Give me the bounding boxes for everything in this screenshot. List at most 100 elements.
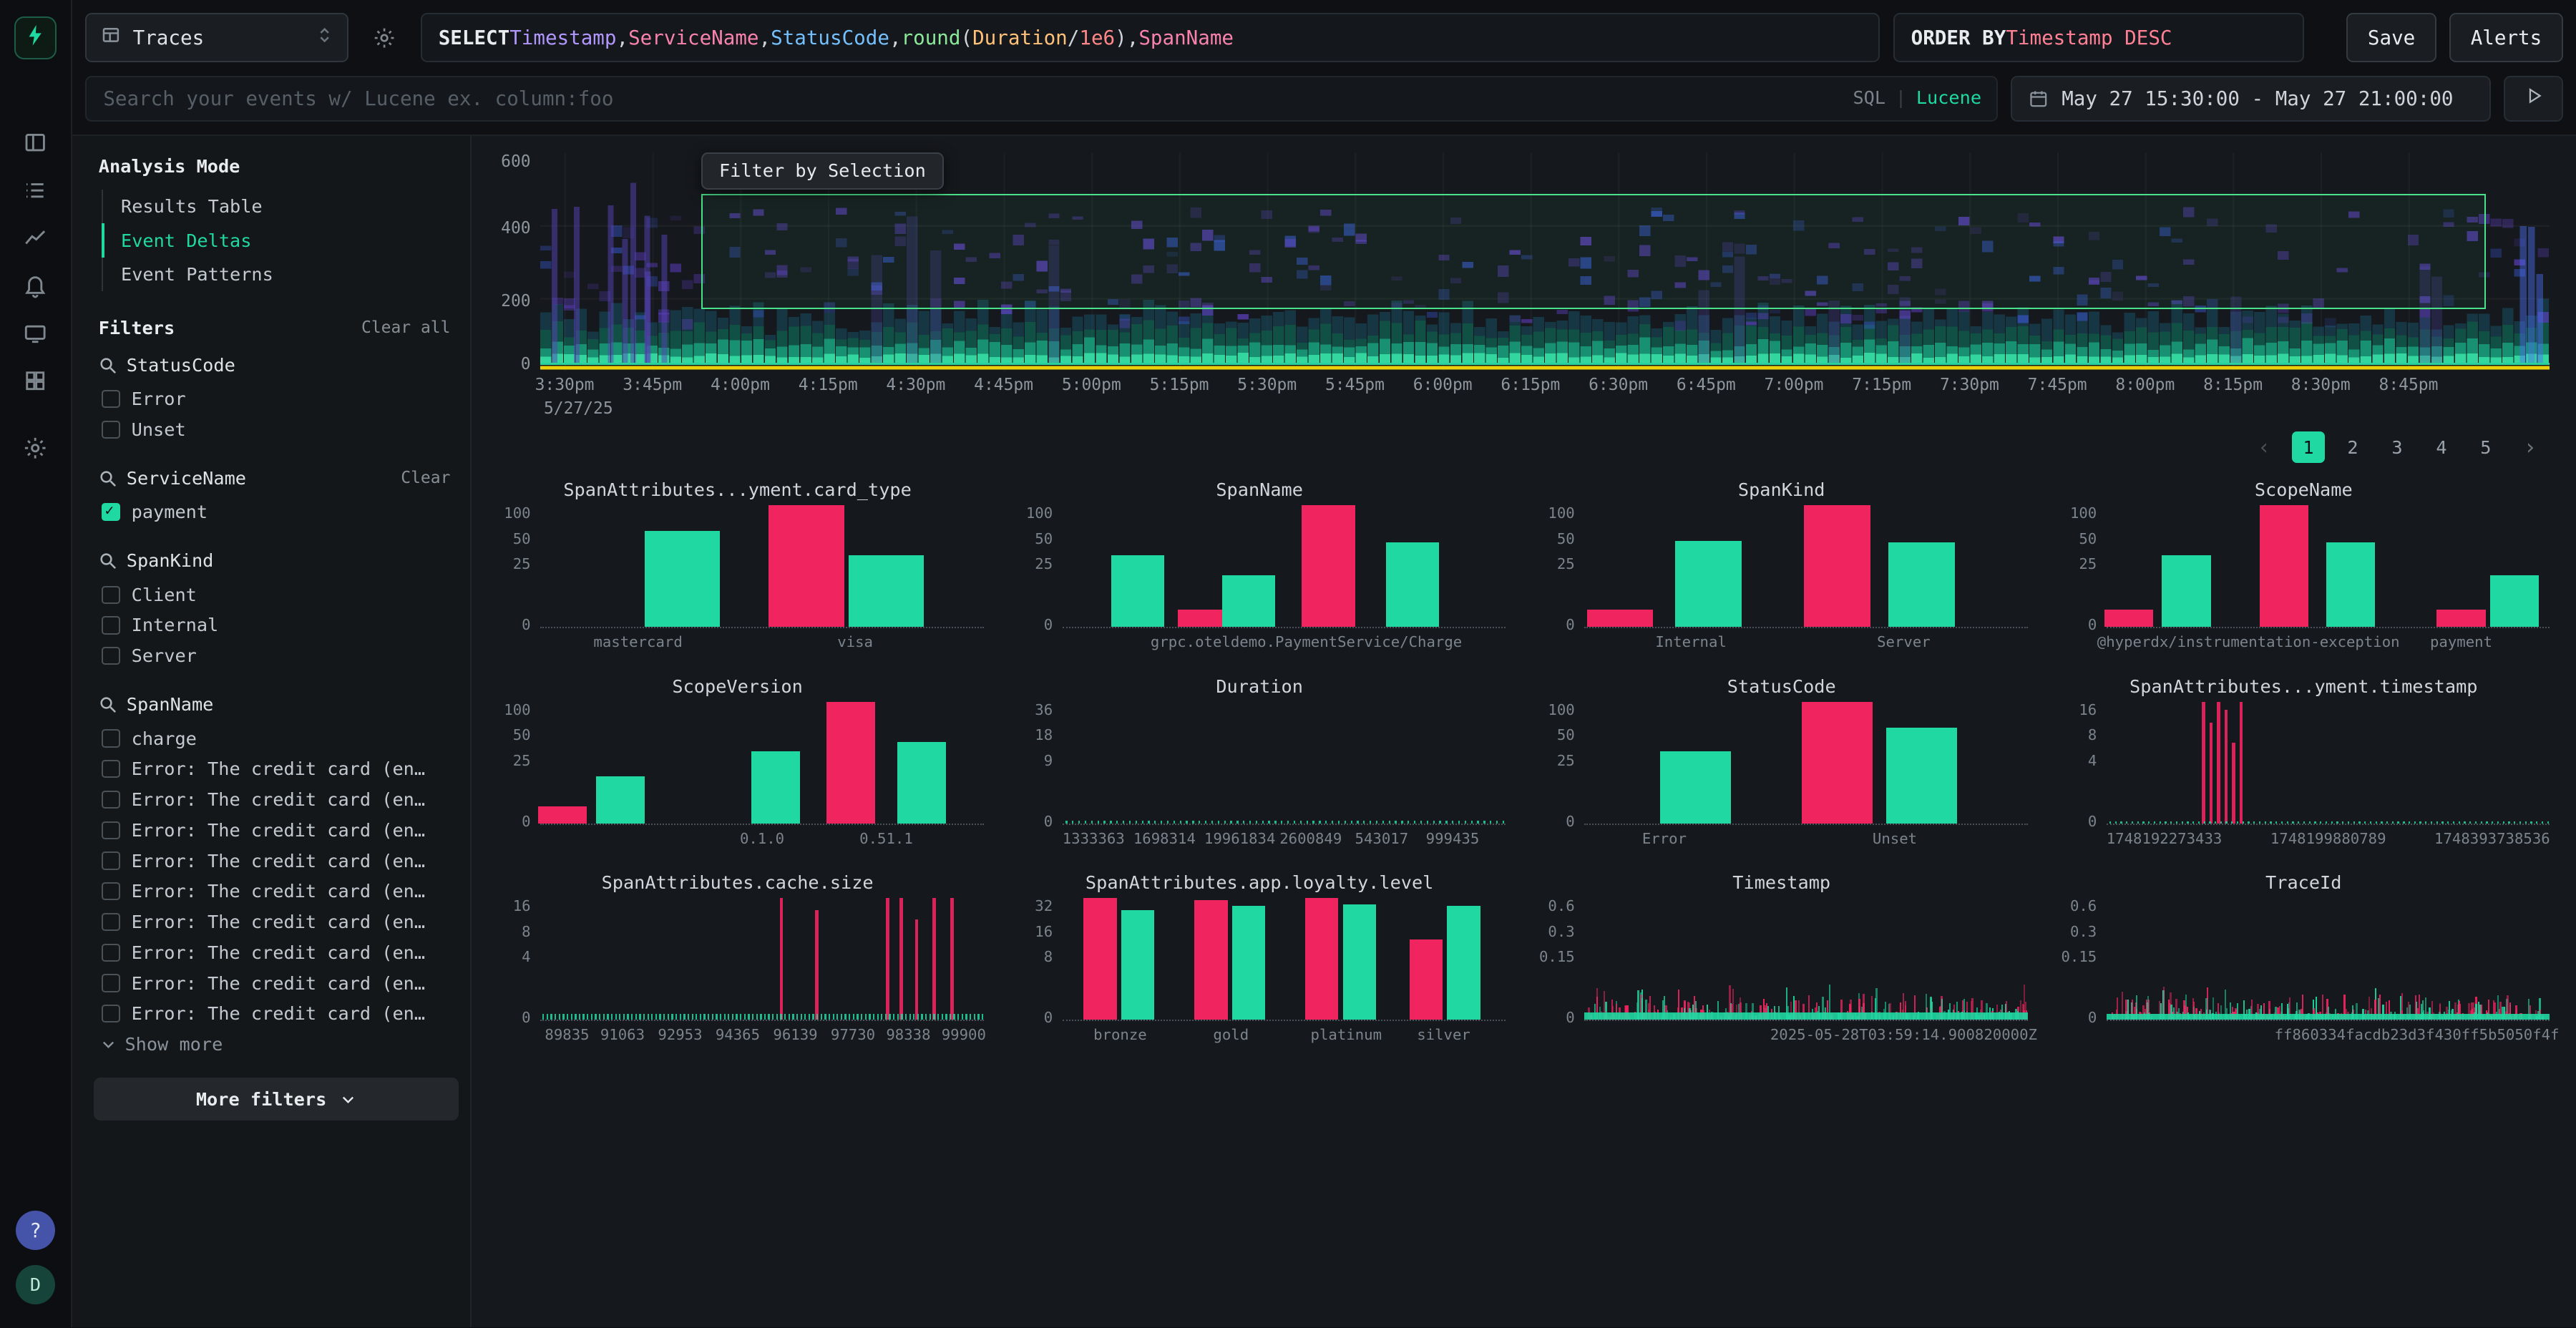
app-logo[interactable] [14, 16, 57, 59]
checkbox[interactable] [102, 791, 119, 809]
filter-option-payment[interactable]: payment [99, 497, 454, 527]
filter-option-error[interactable]: Error [99, 384, 454, 414]
checkbox[interactable] [102, 421, 119, 439]
filter-group-name[interactable]: ServiceName [127, 468, 391, 489]
mini-chart-scopeversion[interactable]: ScopeVersion025501000.1.00.51.1 [491, 676, 983, 845]
show-more-button[interactable]: Show more [99, 1029, 454, 1055]
histogram-plot[interactable]: Filter by Selection [540, 152, 2550, 371]
monitor-icon[interactable] [12, 312, 58, 355]
mini-chart-statuscode[interactable]: StatusCode02550100ErrorUnset [1536, 676, 2028, 845]
run-query-button[interactable] [2504, 76, 2563, 122]
search-icon[interactable] [99, 469, 117, 487]
chart-plot[interactable] [1584, 703, 2027, 825]
panels-icon[interactable] [12, 122, 58, 165]
filter-option-error-the-credit-card-end[interactable]: Error: The credit card (end… [99, 998, 454, 1029]
filter-option-error-the-credit-card-end[interactable]: Error: The credit card (end… [99, 968, 454, 999]
checkbox[interactable] [102, 913, 119, 931]
mini-chart-spanattributes-yment-timestamp[interactable]: SpanAttributes...yment.timestamp04816174… [2057, 676, 2550, 845]
checkbox[interactable] [102, 944, 119, 962]
pagination-next[interactable]: › [2514, 431, 2547, 463]
chart-plot[interactable] [1584, 507, 2027, 628]
user-avatar[interactable]: D [16, 1265, 55, 1304]
services-grid-icon[interactable] [12, 360, 58, 403]
clear-all-filters-button[interactable]: Clear all [361, 318, 454, 337]
checkbox[interactable] [102, 729, 119, 747]
mini-chart-spanattributes-app-loyalty-level[interactable]: SpanAttributes.app.loyalty.level081632br… [1013, 872, 1506, 1041]
source-select[interactable]: Traces [85, 13, 348, 62]
checkbox[interactable] [102, 851, 119, 869]
filter-group-name[interactable]: StatusCode [127, 355, 454, 376]
checkbox[interactable] [102, 390, 119, 408]
mini-chart-spankind[interactable]: SpanKind02550100InternalServer [1536, 479, 2028, 648]
chart-plot[interactable] [2107, 899, 2550, 1021]
chart-plot[interactable] [1063, 899, 1506, 1021]
filter-option-error-the-credit-card-end[interactable]: Error: The credit card (end… [99, 846, 454, 877]
search-icon[interactable] [99, 552, 117, 570]
chart-plot[interactable] [1063, 507, 1506, 628]
filter-option-server[interactable]: Server [99, 640, 454, 671]
checkbox[interactable] [102, 586, 119, 604]
mini-chart-spanattributes-cache-size[interactable]: SpanAttributes.cache.size048168983591063… [491, 872, 983, 1041]
save-button[interactable]: Save [2346, 13, 2436, 62]
checkbox[interactable] [102, 974, 119, 992]
checkbox[interactable] [102, 1005, 119, 1022]
alerts-button[interactable]: Alerts [2449, 13, 2563, 62]
chart-plot[interactable] [540, 899, 983, 1021]
mini-chart-traceid[interactable]: TraceId00.150.30.6ff860334facdb23d3f430f… [2057, 872, 2550, 1041]
checkbox[interactable] [102, 616, 119, 634]
analysis-mode-results-table[interactable]: Results Table [102, 190, 454, 223]
search-input[interactable] [85, 76, 1998, 122]
mini-chart-duration[interactable]: Duration09183613333631698314199618342600… [1013, 676, 1506, 845]
time-selection-rect[interactable] [701, 194, 2486, 308]
filter-option-error-the-credit-card-end[interactable]: Error: The credit card (end… [99, 937, 454, 968]
pagination-page-4[interactable]: 4 [2425, 431, 2458, 463]
clear-filter-button[interactable]: Clear [401, 469, 454, 487]
date-range-picker[interactable]: May 27 15:30:00 - May 27 21:00:00 [2011, 76, 2490, 122]
filter-option-error-the-credit-card-end[interactable]: Error: The credit card (end… [99, 907, 454, 937]
filter-option-error-the-credit-card-end[interactable]: Error: The credit card (end… [99, 784, 454, 815]
sql-orderby-editor[interactable]: ORDER BY Timestamp DESC [1893, 13, 2304, 62]
sql-select-editor[interactable]: SELECT Timestamp,ServiceName,StatusCode,… [421, 13, 1880, 62]
chart-plot[interactable] [2107, 507, 2550, 628]
filter-group-name[interactable]: SpanName [127, 694, 454, 715]
bell-icon[interactable] [12, 265, 58, 308]
pagination-page-1[interactable]: 1 [2292, 431, 2325, 463]
settings-gear-icon[interactable] [12, 427, 58, 470]
mini-chart-timestamp[interactable]: Timestamp00.150.30.62025-05-28T03:59:14.… [1536, 872, 2028, 1041]
chart-plot[interactable] [540, 703, 983, 825]
search-icon[interactable] [99, 356, 117, 374]
chart-plot[interactable] [1584, 899, 2027, 1021]
pagination-page-5[interactable]: 5 [2469, 431, 2502, 463]
filter-option-client[interactable]: Client [99, 580, 454, 610]
analysis-mode-event-patterns[interactable]: Event Patterns [102, 258, 454, 291]
filter-option-internal[interactable]: Internal [99, 610, 454, 641]
mini-chart-spanattributes-yment-card-type[interactable]: SpanAttributes...yment.card_type02550100… [491, 479, 983, 648]
mini-chart-scopename[interactable]: ScopeName02550100@hyperdx/instrumentatio… [2057, 479, 2550, 648]
filter-by-selection-button[interactable]: Filter by Selection [701, 152, 944, 189]
filter-option-unset[interactable]: Unset [99, 414, 454, 445]
checkbox[interactable] [102, 882, 119, 900]
logs-list-icon[interactable] [12, 169, 58, 212]
mini-chart-spanname[interactable]: SpanName02550100grpc.oteldemo.PaymentSer… [1013, 479, 1506, 648]
pagination-page-3[interactable]: 3 [2381, 431, 2414, 463]
chart-icon[interactable] [12, 217, 58, 260]
pagination-prev[interactable]: ‹ [2248, 431, 2280, 463]
filter-option-error-the-credit-card-end[interactable]: Error: The credit card (end… [99, 753, 454, 784]
checkbox[interactable] [102, 647, 119, 665]
chart-plot[interactable] [1063, 703, 1506, 825]
checkbox[interactable] [102, 503, 119, 521]
filter-option-error-the-credit-card-end[interactable]: Error: The credit card (end… [99, 876, 454, 907]
filter-option-charge[interactable]: charge [99, 723, 454, 754]
pagination-page-2[interactable]: 2 [2336, 431, 2369, 463]
checkbox[interactable] [102, 760, 119, 778]
checkbox[interactable] [102, 821, 119, 839]
chart-plot[interactable] [540, 507, 983, 628]
lucene-language-option[interactable]: Lucene [1916, 87, 1981, 108]
sql-language-option[interactable]: SQL [1853, 87, 1885, 108]
more-filters-button[interactable]: More filters [94, 1078, 459, 1120]
chart-plot[interactable] [2107, 703, 2550, 825]
filter-option-error-the-credit-card-end[interactable]: Error: The credit card (end… [99, 815, 454, 846]
source-settings-gear-icon[interactable] [361, 13, 407, 62]
help-button[interactable]: ? [16, 1211, 55, 1250]
search-icon[interactable] [99, 695, 117, 713]
